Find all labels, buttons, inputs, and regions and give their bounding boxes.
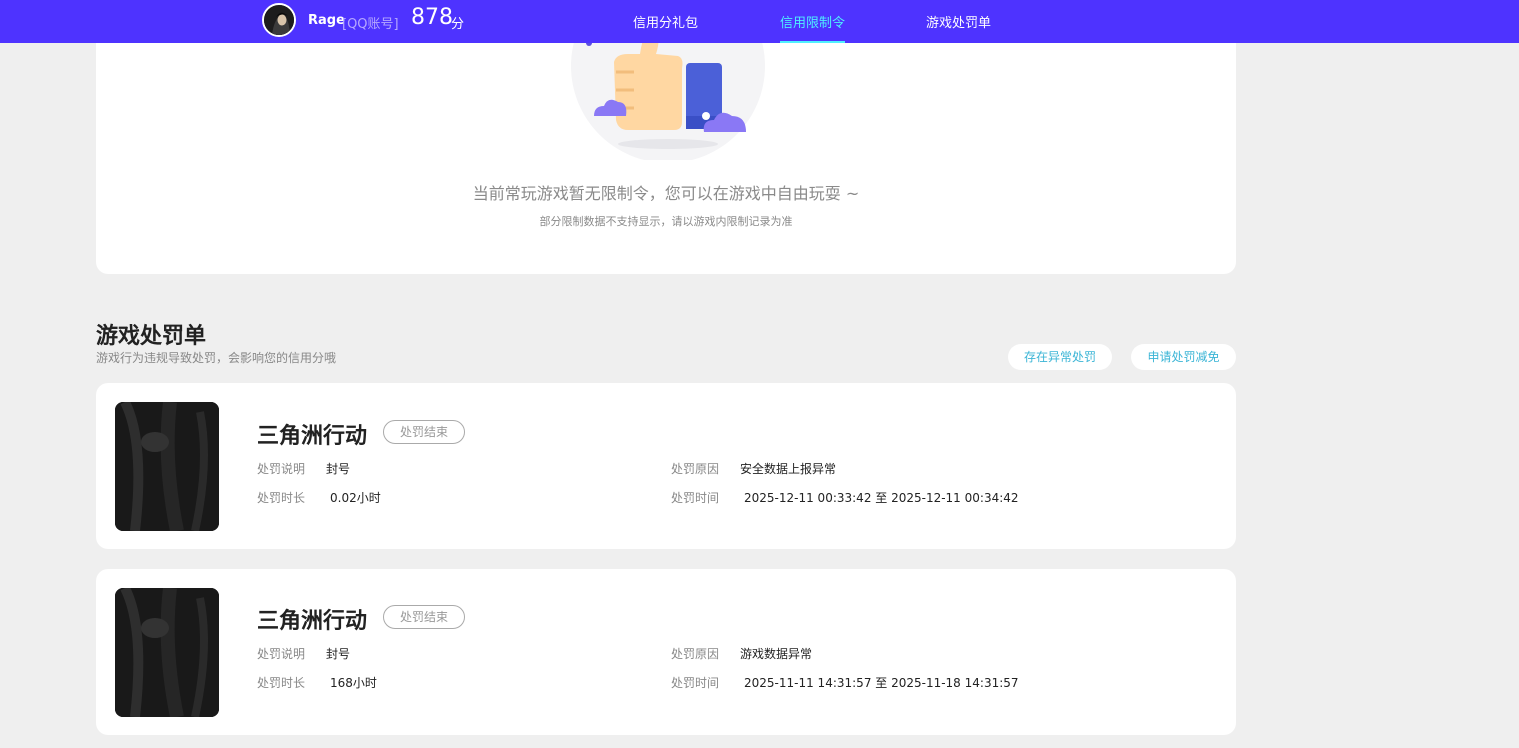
penalty-reason-value: 游戏数据异常: [740, 647, 813, 661]
penalty-description-value: 封号: [326, 647, 351, 661]
credit-score-unit: 分: [451, 17, 465, 32]
empty-restriction-note: 部分限制数据不支持显示，请以游戏内限制记录为准: [539, 215, 793, 228]
penalty-time-label: 处罚时间: [671, 676, 720, 690]
penalty-card[interactable]: 三角洲行动 处罚结束 处罚说明 封号 处罚时长 168小时 处罚原因 游戏数据异…: [96, 569, 1236, 735]
penalty-time-value: 2025-11-11 14:31:57 至 2025-11-18 14:31:5…: [744, 676, 1019, 690]
tab-credit-gift[interactable]: 信用分礼包: [633, 12, 698, 43]
penalty-duration-label: 处罚时长: [257, 491, 306, 505]
penalty-section-subtitle: 游戏行为违规导致处罚，会影响您的信用分哦: [96, 351, 337, 365]
penalty-duration-label: 处罚时长: [257, 676, 306, 690]
tab-credit-restriction[interactable]: 信用限制令: [780, 12, 846, 43]
penalty-time-value: 2025-12-11 00:33:42 至 2025-12-11 00:34:4…: [744, 491, 1019, 505]
penalty-description-label: 处罚说明: [257, 462, 306, 476]
avatar[interactable]: [262, 3, 296, 37]
account-type-label: [QQ账号]: [342, 17, 399, 32]
penalty-description-value: 封号: [326, 462, 351, 476]
status-badge: 处罚结束: [383, 605, 465, 629]
penalty-reason-label: 处罚原因: [671, 462, 720, 476]
tab-game-penalty[interactable]: 游戏处罚单: [926, 12, 991, 43]
game-title: 三角洲行动: [257, 424, 368, 449]
top-nav-bar: Rage [QQ账号] 878 分 信用分礼包 信用限制令 游戏处罚单: [0, 0, 1519, 43]
penalty-duration-value: 0.02小时: [330, 491, 381, 505]
penalty-description-label: 处罚说明: [257, 647, 306, 661]
penalty-card[interactable]: 三角洲行动 处罚结束 处罚说明 封号 处罚时长 0.02小时 处罚原因 安全数据…: [96, 383, 1236, 549]
empty-restriction-title: 当前常玩游戏暂无限制令，您可以在游戏中自由玩耍 ~: [472, 184, 860, 203]
game-title: 三角洲行动: [257, 609, 368, 634]
report-abnormal-penalty-button[interactable]: 存在异常处罚: [1008, 344, 1112, 370]
game-cover-image: [115, 402, 219, 531]
penalty-reason-value: 安全数据上报异常: [740, 462, 837, 476]
penalty-reason-label: 处罚原因: [671, 647, 720, 661]
status-badge: 处罚结束: [383, 420, 465, 444]
penalty-duration-value: 168小时: [330, 676, 377, 690]
username: Rage: [308, 13, 345, 28]
penalty-section-title: 游戏处罚单: [96, 324, 207, 349]
credit-score-value: 878: [411, 5, 453, 30]
penalty-time-label: 处罚时间: [671, 491, 720, 505]
apply-penalty-reduction-button[interactable]: 申请处罚减免: [1131, 344, 1236, 370]
game-cover-image: [115, 588, 219, 717]
